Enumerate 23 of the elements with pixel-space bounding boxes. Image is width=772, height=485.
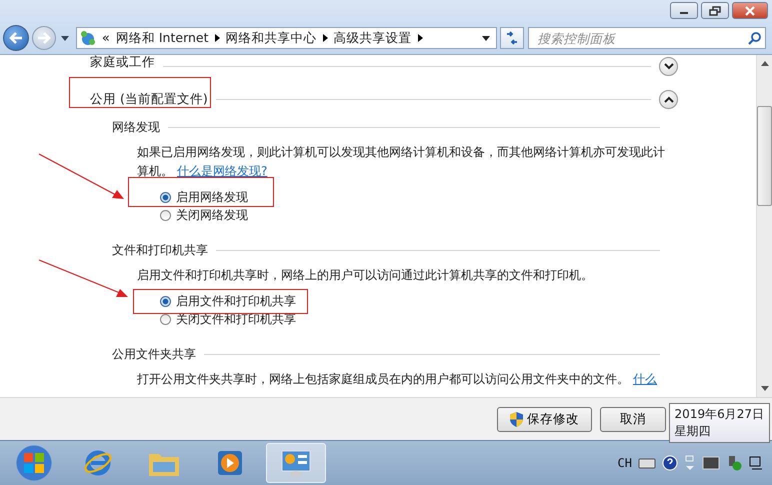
breadcrumb[interactable]: 网络和共享中心: [226, 30, 316, 46]
help-link[interactable]: 什么: [633, 372, 657, 386]
help-link[interactable]: 什么是网络发现?: [177, 164, 268, 178]
description-text: 启用文件和打印机共享时，网络上的用户可以访问通过此计算机共享的文件和打印机。: [137, 267, 594, 284]
description-text: 打开公用文件夹共享时，网络上包括家庭组成员在内的用户都可以访问公用文件夹中的文件。 什么: [137, 371, 658, 388]
breadcrumb[interactable]: 高级共享设置: [334, 30, 412, 46]
group-heading: 公用文件夹共享: [112, 346, 196, 362]
group-heading: 文件和打印机共享: [112, 242, 208, 258]
search-field[interactable]: 搜索控制面板: [528, 27, 766, 49]
section-title: 家庭或工作: [90, 55, 155, 70]
section-title: 公用 (当前配置文件): [90, 90, 208, 108]
group-heading: 网络发现: [112, 118, 160, 136]
breadcrumb[interactable]: 网络和 Internet: [116, 30, 208, 46]
language-indicator[interactable]: CH: [618, 456, 632, 470]
radio-option[interactable]: 启用文件和打印机共享: [160, 292, 668, 310]
dialog-button[interactable]: 保存修改: [497, 406, 592, 432]
radio-option[interactable]: 启用网络发现: [160, 188, 668, 206]
radio-option[interactable]: 关闭网络发现: [160, 206, 668, 224]
date-tooltip: 2019年6月27日 星期四: [668, 403, 770, 443]
address-bar[interactable]: « 网络和 Internet 网络和共享中心 高级共享设置: [76, 27, 498, 49]
description-text: 如果已启用网络发现，则此计算机可以发现其他网络计算机和设备，而其他网络计算机亦可发现此计算机。 什么是网络发现?: [137, 144, 666, 180]
overflow-chevron[interactable]: «: [102, 30, 110, 46]
dialog-button[interactable]: 取消: [600, 406, 666, 432]
